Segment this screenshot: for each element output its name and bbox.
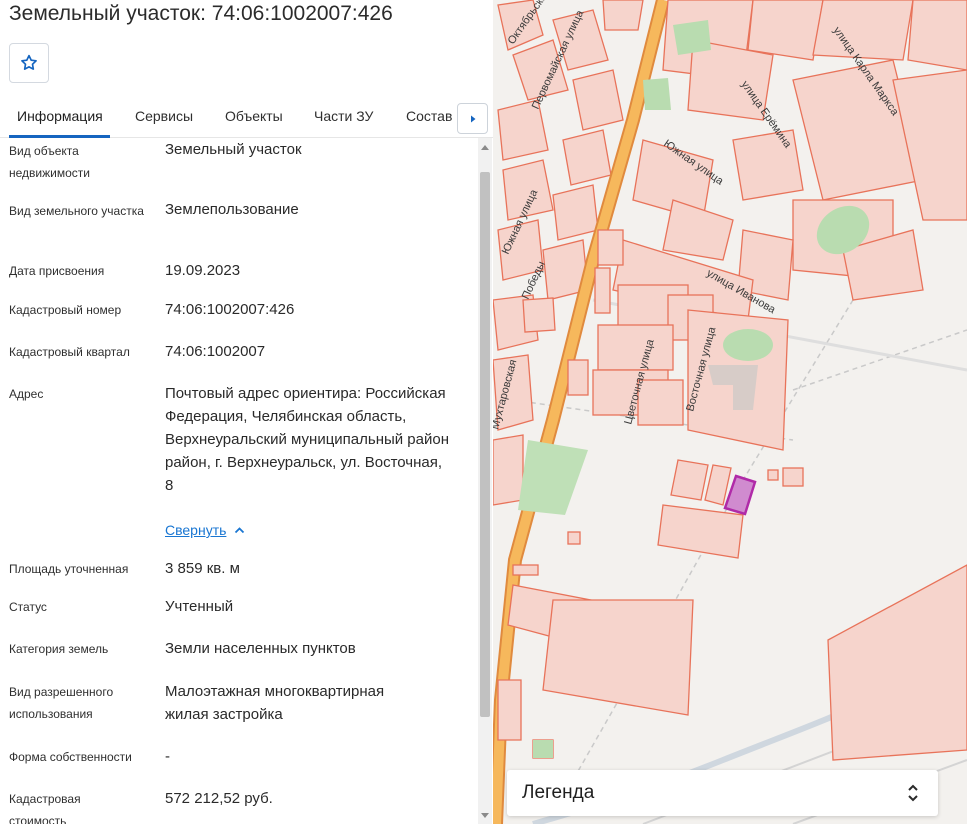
tabs-scroll-right-button[interactable] [457, 103, 488, 134]
property-label: Площадь уточненная [9, 562, 129, 576]
property-label: Адрес [9, 387, 44, 401]
property-value: Земли населенных пунктов [165, 640, 356, 657]
property-label: Кадастровый квартал [9, 345, 130, 359]
chevron-right-icon [470, 115, 475, 122]
tab-composition[interactable]: Состав [406, 108, 452, 124]
info-panel: Земельный участок: 74:06:1002007:426 Инф… [0, 0, 493, 824]
cadastral-map[interactable]: улица Ерёмина улица Карла Маркса Южная у… [493, 0, 967, 824]
property-label: Вид объекта недвижимости [9, 144, 90, 180]
star-outline-icon [21, 54, 37, 70]
map-canvas[interactable]: улица Ерёмина улица Карла Маркса Южная у… [493, 0, 967, 824]
status-value: Учтенный [165, 598, 234, 615]
legend-title: Легенда [522, 782, 595, 803]
tab-parts[interactable]: Части ЗУ [314, 108, 373, 124]
property-label: Вид земельного участка [9, 204, 144, 218]
property-label: Вид разрешенного использования [9, 685, 114, 721]
property-value: 572 212,52 руб. [165, 790, 273, 807]
property-label: Форма собственности [9, 750, 132, 764]
property-value: 3 859 кв. м [165, 560, 240, 577]
tab-objects[interactable]: Объекты [225, 108, 283, 124]
property-label: Статус [9, 600, 47, 614]
property-value: 74:06:1002007 [165, 343, 266, 360]
scroll-down-arrow-icon[interactable] [481, 813, 489, 818]
property-label: Дата присвоения [9, 264, 105, 278]
collapse-link-label: Свернуть [165, 522, 227, 538]
selected-parcel [723, 474, 757, 516]
tab-information[interactable]: Информация [17, 108, 103, 124]
property-label: Кадастровая стоимость [9, 792, 81, 824]
property-value: Малоэтажная многоквартирная жилая застро… [165, 683, 385, 723]
panel-scrollbar[interactable] [478, 138, 492, 824]
properties-list: Вид объекта недвижимости Земельный участ… [0, 138, 477, 824]
scroll-up-arrow-icon[interactable] [481, 145, 489, 150]
property-value: 19.09.2023 [165, 262, 241, 279]
property-label: Кадастровый номер [9, 303, 122, 317]
property-value: Земельный участок [165, 141, 302, 158]
legend-panel[interactable]: Легенда [507, 770, 938, 816]
page-title: Земельный участок: 74:06:1002007:426 [9, 2, 393, 25]
scroll-thumb[interactable] [480, 172, 490, 717]
property-value: - [165, 748, 170, 765]
property-value: 74:06:1002007:426 [165, 301, 295, 318]
tab-bar: Информация Сервисы Объекты Части ЗУ Сост… [0, 100, 493, 138]
property-value: Землепользование [165, 201, 299, 218]
favorite-button[interactable] [9, 43, 49, 83]
chevron-up-icon [235, 527, 245, 534]
property-label: Категория земель [9, 642, 109, 656]
unfold-icon[interactable] [906, 781, 920, 805]
address-value: Почтовый адрес ориентира: Российская Фед… [165, 385, 449, 494]
tab-services[interactable]: Сервисы [135, 108, 193, 124]
collapse-link[interactable]: Свернуть [165, 522, 245, 538]
